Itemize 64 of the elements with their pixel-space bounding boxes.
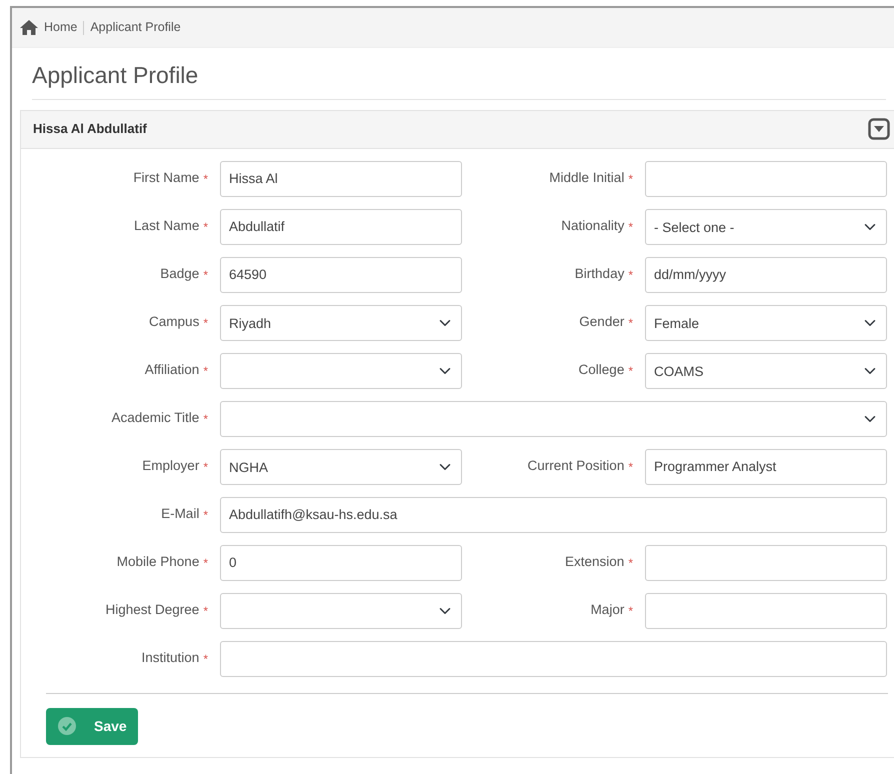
required-mark: * bbox=[628, 266, 633, 284]
field-label: Highest Degree bbox=[106, 601, 200, 620]
input-field[interactable] bbox=[645, 544, 887, 580]
required-mark: * bbox=[628, 458, 633, 476]
input-field[interactable]: Hissa Al bbox=[220, 160, 462, 196]
field-label: E-Mail bbox=[161, 505, 200, 524]
required-mark: * bbox=[628, 170, 633, 188]
date-field[interactable]: dd/mm/yyyy bbox=[645, 256, 887, 292]
select-field[interactable] bbox=[220, 592, 462, 628]
input-field[interactable]: Abdullatifh@ksau-hs.edu.sa bbox=[220, 496, 887, 532]
required-mark: * bbox=[203, 314, 208, 332]
input-field[interactable] bbox=[645, 160, 887, 196]
required-mark: * bbox=[628, 362, 633, 380]
field-label: College bbox=[578, 361, 624, 380]
required-mark: * bbox=[203, 266, 208, 284]
field-label: Current Position bbox=[528, 457, 624, 476]
input-field[interactable] bbox=[645, 592, 887, 628]
input-field[interactable] bbox=[220, 640, 887, 676]
field-label: Last Name bbox=[134, 217, 200, 236]
required-mark: * bbox=[203, 650, 208, 668]
field-label: First Name bbox=[133, 169, 200, 188]
field-label: Institution bbox=[142, 649, 200, 668]
breadcrumb-current: Applicant Profile bbox=[90, 19, 181, 36]
input-field[interactable]: Abdullatif bbox=[220, 208, 462, 244]
select-field[interactable]: COAMS bbox=[645, 352, 887, 388]
required-mark: * bbox=[203, 170, 208, 188]
required-mark: * bbox=[203, 506, 208, 524]
field-label: Nationality bbox=[561, 217, 624, 236]
required-mark: * bbox=[628, 602, 633, 620]
field-label: Affiliation bbox=[144, 361, 200, 380]
select-field[interactable]: Female bbox=[645, 304, 887, 340]
required-mark: * bbox=[203, 410, 208, 428]
field-label: Employer bbox=[142, 457, 200, 476]
field-label: Middle Initial bbox=[549, 169, 624, 188]
collapse-toggle-icon[interactable] bbox=[868, 118, 890, 140]
input-field[interactable]: Programmer Analyst bbox=[645, 448, 887, 484]
panel-title: Hissa Al Abdullatif bbox=[33, 120, 147, 138]
required-mark: * bbox=[203, 362, 208, 380]
select-field[interactable]: - Select one - bbox=[645, 208, 887, 244]
required-mark: * bbox=[203, 458, 208, 476]
home-icon[interactable] bbox=[20, 20, 38, 35]
required-mark: * bbox=[203, 218, 208, 236]
field-label: Major bbox=[590, 601, 624, 620]
page-title: Applicant Profile bbox=[32, 61, 198, 90]
required-mark: * bbox=[628, 314, 633, 332]
required-mark: * bbox=[203, 602, 208, 620]
select-field[interactable] bbox=[220, 352, 462, 388]
check-icon bbox=[58, 717, 76, 735]
input-field[interactable]: 0 bbox=[220, 544, 462, 580]
required-mark: * bbox=[203, 554, 208, 572]
field-label: Gender bbox=[579, 313, 624, 332]
required-mark: * bbox=[628, 554, 633, 572]
field-label: Extension bbox=[565, 553, 624, 572]
select-field[interactable]: Riyadh bbox=[220, 304, 462, 340]
required-mark: * bbox=[628, 218, 633, 236]
field-label: Academic Title bbox=[112, 409, 200, 428]
field-label: Birthday bbox=[574, 265, 624, 284]
select-field[interactable]: NGHA bbox=[220, 448, 462, 484]
field-label: Mobile Phone bbox=[116, 553, 200, 572]
field-label: Campus bbox=[149, 313, 200, 332]
input-field[interactable]: 64590 bbox=[220, 256, 462, 292]
field-label: Badge bbox=[160, 265, 200, 284]
breadcrumb-link[interactable]: Home bbox=[44, 18, 78, 37]
select-field[interactable] bbox=[220, 400, 887, 436]
